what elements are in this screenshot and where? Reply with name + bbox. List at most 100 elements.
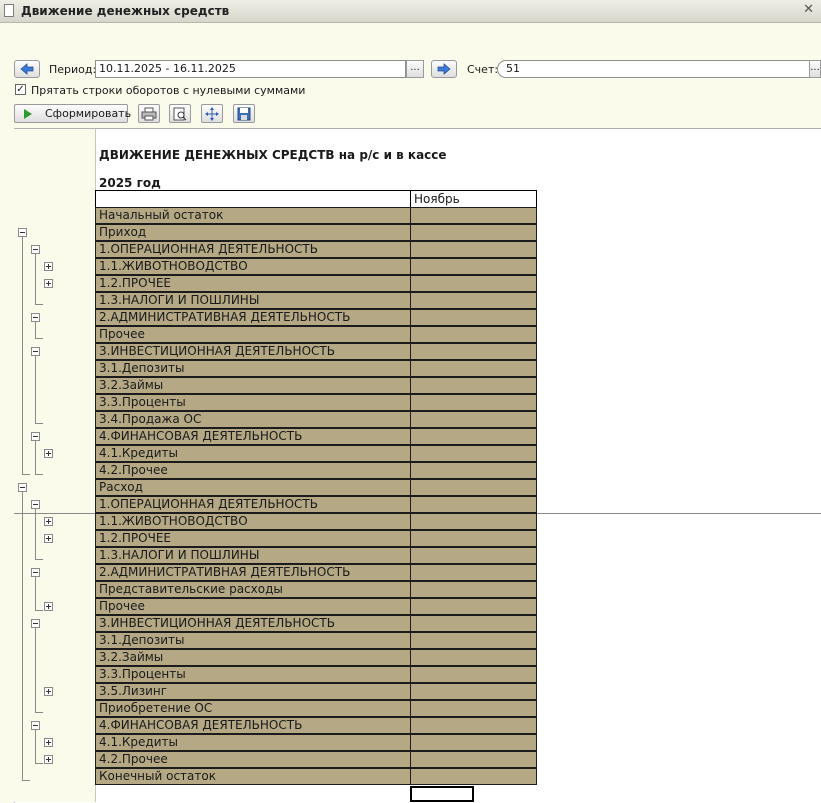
account-field[interactable]: 51 — [497, 60, 810, 78]
row-value[interactable] — [410, 479, 537, 496]
row-label[interactable]: Прочее — [95, 326, 411, 343]
period-select-button[interactable]: ... — [406, 60, 424, 78]
row-label[interactable]: Приход — [95, 224, 411, 241]
row-label[interactable]: 3.1.Депозиты — [95, 360, 411, 377]
row-value[interactable] — [410, 207, 537, 224]
preview-button[interactable] — [169, 104, 191, 123]
collapse-icon[interactable] — [31, 619, 40, 628]
row-label[interactable]: 3.1.Депозиты — [95, 632, 411, 649]
expand-icon[interactable] — [44, 534, 53, 543]
period-field[interactable]: 10.11.2025 - 16.11.2025 — [95, 60, 406, 78]
row-value[interactable] — [410, 360, 537, 377]
row-label[interactable]: Расход — [95, 479, 411, 496]
row-value[interactable] — [410, 632, 537, 649]
row-label[interactable]: 1.3.НАЛОГИ И ПОШЛИНЫ — [95, 547, 411, 564]
expand-icon[interactable] — [44, 738, 53, 747]
row-label[interactable]: 1.3.НАЛОГИ И ПОШЛИНЫ — [95, 292, 411, 309]
row-value[interactable] — [410, 292, 537, 309]
collapse-icon[interactable] — [31, 500, 40, 509]
expand-icon[interactable] — [44, 687, 53, 696]
row-value[interactable] — [410, 751, 537, 768]
row-value[interactable] — [410, 700, 537, 717]
row-value[interactable] — [410, 513, 537, 530]
expand-icon[interactable] — [44, 279, 53, 288]
row-value[interactable] — [410, 309, 537, 326]
row-value[interactable] — [410, 326, 537, 343]
row-label[interactable]: Представительские расходы — [95, 581, 411, 598]
account-select-button[interactable]: ... — [809, 60, 821, 78]
row-value[interactable] — [410, 496, 537, 513]
row-label[interactable]: 3.ИНВЕСТИЦИОННАЯ ДЕЯТЕЛЬНОСТЬ — [95, 615, 411, 632]
row-value[interactable] — [410, 428, 537, 445]
expand-icon[interactable] — [44, 602, 53, 611]
selected-cell[interactable] — [410, 786, 474, 802]
expand-icon[interactable] — [44, 517, 53, 526]
row-value[interactable] — [410, 768, 537, 785]
row-value[interactable] — [410, 581, 537, 598]
row-value[interactable] — [410, 615, 537, 632]
row-label[interactable]: 4.1.Кредиты — [95, 734, 411, 751]
row-label[interactable]: Начальный остаток — [95, 207, 411, 224]
row-value[interactable] — [410, 564, 537, 581]
row-value[interactable] — [410, 275, 537, 292]
row-label[interactable]: 3.ИНВЕСТИЦИОННАЯ ДЕЯТЕЛЬНОСТЬ — [95, 343, 411, 360]
row-value[interactable] — [410, 683, 537, 700]
hide-zero-checkbox[interactable]: ✓ — [15, 84, 26, 95]
row-label[interactable]: 3.2.Займы — [95, 377, 411, 394]
collapse-icon[interactable] — [18, 228, 27, 237]
row-label[interactable]: 1.ОПЕРАЦИОННАЯ ДЕЯТЕЛЬНОСТЬ — [95, 496, 411, 513]
row-label[interactable]: Прочее — [95, 598, 411, 615]
move-button[interactable] — [201, 104, 223, 123]
prev-period-button[interactable] — [14, 60, 40, 78]
row-value[interactable] — [410, 462, 537, 479]
row-value[interactable] — [410, 734, 537, 751]
collapse-icon[interactable] — [31, 432, 40, 441]
collapse-icon[interactable] — [31, 313, 40, 322]
row-value[interactable] — [410, 224, 537, 241]
close-icon[interactable]: ✕ — [803, 2, 814, 17]
row-label[interactable]: Приобретение ОС — [95, 700, 411, 717]
row-label[interactable]: 1.2.ПРОЧЕЕ — [95, 530, 411, 547]
print-button[interactable] — [138, 104, 160, 123]
row-value[interactable] — [410, 343, 537, 360]
row-label[interactable]: 4.2.Прочее — [95, 462, 411, 479]
row-label[interactable]: 4.ФИНАНСОВАЯ ДЕЯТЕЛЬНОСТЬ — [95, 428, 411, 445]
collapse-icon[interactable] — [18, 483, 27, 492]
row-label[interactable]: 4.2.Прочее — [95, 751, 411, 768]
save-button[interactable] — [233, 104, 255, 123]
row-value[interactable] — [410, 666, 537, 683]
row-label[interactable]: 2.АДМИНИСТРАТИВНАЯ ДЕЯТЕЛЬНОСТЬ — [95, 309, 411, 326]
expand-icon[interactable] — [44, 755, 53, 764]
row-value[interactable] — [410, 394, 537, 411]
row-label[interactable]: 3.3.Проценты — [95, 394, 411, 411]
row-value[interactable] — [410, 530, 537, 547]
row-label[interactable]: 3.3.Проценты — [95, 666, 411, 683]
collapse-icon[interactable] — [31, 721, 40, 730]
row-label[interactable]: 2.АДМИНИСТРАТИВНАЯ ДЕЯТЕЛЬНОСТЬ — [95, 564, 411, 581]
row-label[interactable]: 1.1.ЖИВОТНОВОДСТВО — [95, 258, 411, 275]
row-label[interactable]: Конечный остаток — [95, 768, 411, 785]
row-label[interactable]: 3.4.Продажа ОС — [95, 411, 411, 428]
row-value[interactable] — [410, 649, 537, 666]
row-label[interactable]: 1.1.ЖИВОТНОВОДСТВО — [95, 513, 411, 530]
expand-icon[interactable] — [44, 262, 53, 271]
generate-button[interactable]: Сформировать — [14, 104, 131, 123]
row-value[interactable] — [410, 258, 537, 275]
collapse-icon[interactable] — [31, 245, 40, 254]
expand-icon[interactable] — [44, 449, 53, 458]
collapse-icon[interactable] — [31, 568, 40, 577]
row-label[interactable]: 1.ОПЕРАЦИОННАЯ ДЕЯТЕЛЬНОСТЬ — [95, 241, 411, 258]
row-value[interactable] — [410, 445, 537, 462]
row-value[interactable] — [410, 598, 537, 615]
row-label[interactable]: 4.1.Кредиты — [95, 445, 411, 462]
row-label[interactable]: 1.2.ПРОЧЕЕ — [95, 275, 411, 292]
row-value[interactable] — [410, 377, 537, 394]
row-value[interactable] — [410, 241, 537, 258]
row-label[interactable]: 4.ФИНАНСОВАЯ ДЕЯТЕЛЬНОСТЬ — [95, 717, 411, 734]
row-label[interactable]: 3.5.Лизинг — [95, 683, 411, 700]
next-period-button[interactable] — [431, 60, 457, 78]
row-value[interactable] — [410, 547, 537, 564]
collapse-icon[interactable] — [31, 347, 40, 356]
row-value[interactable] — [410, 717, 537, 734]
row-value[interactable] — [410, 411, 537, 428]
